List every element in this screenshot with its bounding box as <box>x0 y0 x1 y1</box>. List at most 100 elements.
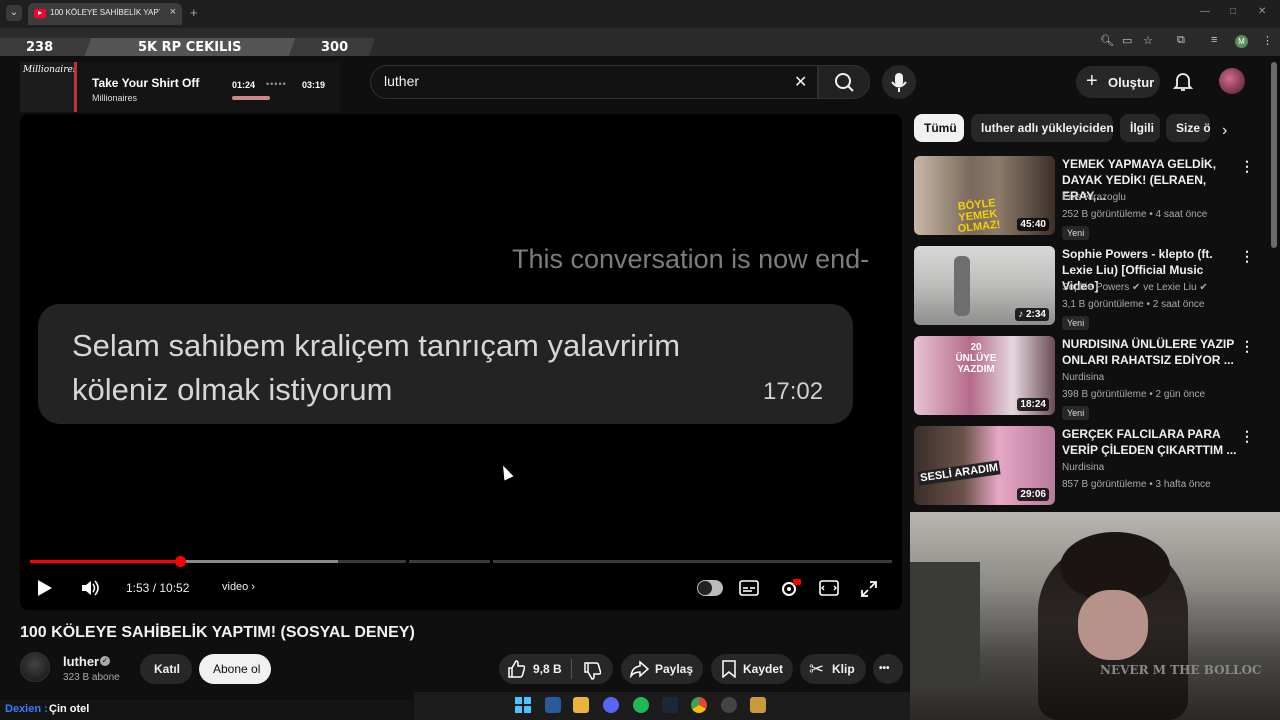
settings-button[interactable] <box>779 578 801 603</box>
spotify-icon[interactable] <box>633 697 649 713</box>
discord-icon[interactable] <box>603 697 619 713</box>
video-progress-bar[interactable] <box>30 556 892 567</box>
browser-tab-bar: ⌄ 100 KÖLEYE SAHİBELİK YAPTIM! × + — □ ✕ <box>0 0 1280 28</box>
clear-search-icon[interactable]: ✕ <box>794 72 807 92</box>
tab-title: 100 KÖLEYE SAHİBELİK YAPTIM! <box>50 8 160 17</box>
bookmark-star-icon[interactable]: ☆ <box>1143 34 1153 47</box>
chip-label: Size ö <box>1176 121 1210 135</box>
tab-close-icon[interactable]: × <box>170 6 176 18</box>
chip-for-you[interactable]: Size ö <box>1166 114 1210 142</box>
maximize-icon[interactable]: □ <box>1230 6 1236 17</box>
track-visualizer: ••••• <box>266 79 287 89</box>
media-controls-icon[interactable]: ≡ <box>1211 34 1217 46</box>
share-button[interactable]: Paylaş <box>621 654 703 684</box>
cast-icon[interactable]: ▭ <box>1122 34 1132 47</box>
browser-menu-icon[interactable]: ⋮ <box>1262 34 1273 47</box>
folder-icon[interactable] <box>573 697 589 713</box>
chip-related[interactable]: İlgili <box>1120 114 1160 142</box>
track-time: 01:24 ••••• 03:19 <box>214 62 340 112</box>
track-info: Take Your Shirt Off Millionaires <box>74 62 230 112</box>
webcam-shirt-text: NEVER M THE BOLLOC <box>1100 663 1262 677</box>
app-icon[interactable] <box>750 697 766 713</box>
webcam-face <box>1078 590 1148 660</box>
theater-mode-button[interactable] <box>819 580 839 601</box>
kebab-menu-icon[interactable]: ⋮ <box>1240 428 1254 445</box>
autoplay-toggle[interactable] <box>697 580 723 596</box>
app-icon[interactable] <box>545 697 561 713</box>
recommendation-item[interactable]: 20 ÜNLÜYE YAZDIM 18:24 NURDISINA ÜNLÜLER… <box>914 336 1254 420</box>
tab-list-button[interactable]: ⌄ <box>6 5 22 21</box>
chat-timestamp: 17:02 <box>763 378 824 405</box>
channel-avatar[interactable] <box>20 652 50 682</box>
album-logo-text: Millionaires <box>23 65 78 75</box>
clip-button[interactable]: ✂ Klip <box>800 654 866 684</box>
video-thumbnail[interactable]: 20 ÜNLÜYE YAZDIM 18:24 <box>914 336 1055 415</box>
chapter-button[interactable]: video › <box>222 581 255 593</box>
gear-icon <box>782 579 801 596</box>
video-end-text: This conversation is now end- <box>512 244 870 274</box>
subtitles-button[interactable] <box>739 580 759 601</box>
like-count: 9,8 B <box>533 662 562 676</box>
dislike-button[interactable] <box>583 661 602 684</box>
subscribe-button[interactable]: Abone ol <box>199 654 271 684</box>
video-meta: 398 B görüntüleme • 2 gün önce <box>1062 389 1206 400</box>
fullscreen-button[interactable] <box>860 580 878 603</box>
window-close-icon[interactable]: ✕ <box>1258 6 1266 17</box>
browser-profile-avatar[interactable]: M <box>1235 35 1248 48</box>
steam-icon[interactable] <box>662 697 678 713</box>
subtitles-icon <box>739 580 759 596</box>
track-artist: Millionaires <box>92 93 138 103</box>
chip-all[interactable]: Tümü <box>914 114 964 142</box>
more-actions-button[interactable]: ••• <box>873 654 903 684</box>
account-avatar[interactable] <box>1219 68 1245 94</box>
chapter-divider <box>490 560 493 563</box>
kebab-menu-icon[interactable]: ⋮ <box>1240 248 1254 265</box>
chat-username: Dexien : <box>5 703 48 715</box>
video-thumbnail[interactable]: SESLİ ARADIM 29:06 <box>914 426 1055 505</box>
chevron-right-icon[interactable]: › <box>1222 122 1227 140</box>
search-input[interactable] <box>384 73 764 89</box>
video-thumbnail[interactable]: BÖYLE YEMEK OLMAZ! 45:40 <box>914 156 1055 235</box>
volume-button[interactable] <box>80 579 100 602</box>
new-badge: Yeni <box>1062 316 1090 330</box>
like-divider <box>571 659 572 679</box>
like-button[interactable] <box>507 659 526 682</box>
browser-tab[interactable]: 100 KÖLEYE SAHİBELİK YAPTIM! × <box>28 3 182 25</box>
chip-uploader[interactable]: luther adlı yükleyiciden <box>971 114 1114 142</box>
progress-scrubber[interactable] <box>174 556 186 567</box>
windows-start-icon[interactable] <box>515 697 531 713</box>
channel-name[interactable]: luther <box>63 654 99 669</box>
kebab-menu-icon[interactable]: ⋮ <box>1240 158 1254 175</box>
kebab-menu-icon[interactable]: ⋮ <box>1240 338 1254 355</box>
zoom-icon[interactable]: 🔍︎ <box>1100 34 1114 47</box>
track-title: Take Your Shirt Off <box>92 76 200 90</box>
new-tab-button[interactable]: + <box>190 5 198 20</box>
thumbnail-figure <box>954 256 970 316</box>
obs-icon[interactable] <box>721 697 737 713</box>
clip-label: Klip <box>832 662 855 676</box>
page-scrollbar[interactable] <box>1271 62 1277 248</box>
new-badge: Yeni <box>1062 226 1090 240</box>
play-icon[interactable] <box>38 580 52 596</box>
time-display: 1:53 / 10:52 <box>126 581 190 595</box>
track-total-time: 03:19 <box>302 80 326 90</box>
minimize-icon[interactable]: — <box>1200 6 1210 17</box>
video-thumbnail[interactable]: ♪ 2:34 <box>914 246 1055 325</box>
fullscreen-icon <box>861 581 877 597</box>
extensions-icon[interactable]: ⧉ <box>1177 34 1185 47</box>
share-label: Paylaş <box>655 662 694 676</box>
video-meta: 252 B görüntüleme • 4 saat önce <box>1062 209 1208 220</box>
notifications-button[interactable] <box>1172 70 1194 92</box>
voice-search-button[interactable] <box>882 65 916 99</box>
video-meta: 3,1 B görüntüleme • 2 saat önce <box>1062 299 1205 310</box>
search-button[interactable] <box>818 65 870 99</box>
video-duration: 29:06 <box>1017 488 1049 501</box>
recommendation-item[interactable]: BÖYLE YEMEK OLMAZ! 45:40 YEMEK YAPMAYA G… <box>914 156 1254 240</box>
thumbnail-text: 20 ÜNLÜYE YAZDIM <box>955 342 997 375</box>
create-button[interactable]: + Oluştur <box>1076 66 1160 98</box>
join-button[interactable]: Katıl <box>140 654 192 684</box>
recommendation-item[interactable]: SESLİ ARADIM 29:06 GERÇEK FALCILARA PARA… <box>914 426 1254 506</box>
chrome-icon[interactable] <box>691 697 707 713</box>
recommendation-item[interactable]: ♪ 2:34 Sophie Powers - klepto (ft. Lexie… <box>914 246 1254 330</box>
save-button[interactable]: Kaydet <box>711 654 793 684</box>
